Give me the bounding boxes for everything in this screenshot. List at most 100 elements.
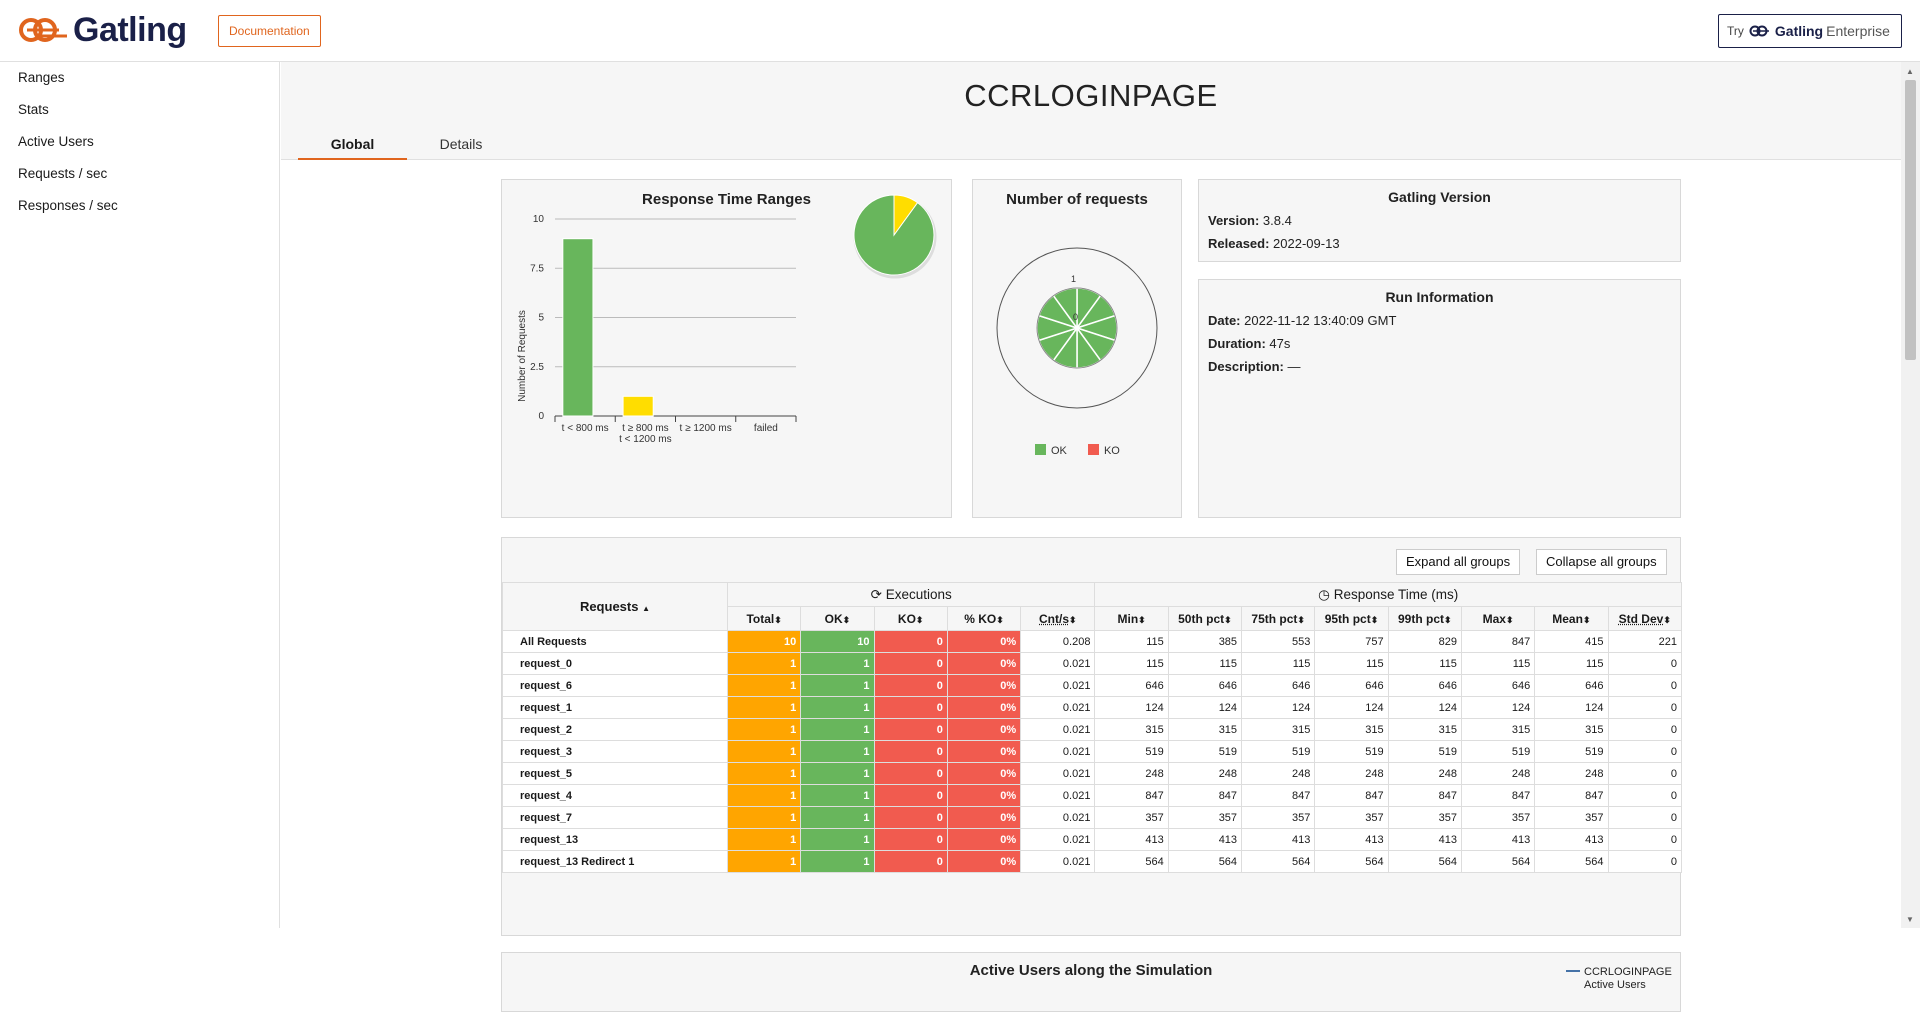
sidebar-item-requests-sec[interactable]: Requests / sec: [0, 158, 279, 190]
title-band: CCRLOGINPAGE Global Details: [281, 62, 1901, 160]
collapse-all-groups-button[interactable]: Collapse all groups: [1536, 549, 1667, 575]
cell-pct-ko: 0%: [946, 696, 1022, 719]
sort-asc-icon: ▲: [642, 604, 651, 613]
request-name-cell[interactable]: request_7: [502, 806, 728, 829]
sidebar-item-active-users[interactable]: Active Users: [0, 126, 279, 158]
cell-p50: 115: [1167, 652, 1243, 675]
cell-min: 564: [1094, 850, 1169, 873]
scroll-up-arrow-icon[interactable]: ▲: [1906, 67, 1914, 76]
sort-icon: ⬍: [774, 614, 782, 625]
col-header-std-dev[interactable]: Std Dev⬍: [1607, 606, 1683, 631]
col-header-label: Max: [1482, 611, 1506, 626]
scroll-down-arrow-icon[interactable]: ▼: [1906, 915, 1914, 924]
request-name-cell[interactable]: All Requests: [502, 630, 728, 653]
table-row[interactable]: request_2 1 1 0 0% 0.021 315 315 315 315 315 315 315…: [502, 718, 1683, 741]
request-name-cell[interactable]: request_2: [502, 718, 728, 741]
run-information-panel: Run Information Date: 2022-11-12 13:40:0…: [1198, 279, 1681, 518]
requests-chart: 1 0: [996, 247, 1158, 409]
table-row[interactable]: request_5 1 1 0 0% 0.021 248 248 248 248 248 248 248…: [502, 762, 1683, 785]
table-row[interactable]: request_7 1 1 0 0% 0.021 357 357 357 357 357 357 357…: [502, 806, 1683, 829]
main-content: CCRLOGINPAGE Global Details Response Tim…: [281, 62, 1901, 1012]
cell-p50: 124: [1167, 696, 1243, 719]
col-header-total[interactable]: Total⬍: [726, 606, 802, 631]
cell-total: 1: [726, 762, 802, 785]
sidebar-item-stats[interactable]: Stats: [0, 94, 279, 126]
top-header: Gatling Documentation Try Gatling Enterp…: [0, 0, 1920, 62]
documentation-button[interactable]: Documentation: [218, 15, 321, 47]
col-header-min[interactable]: Min⬍: [1094, 606, 1169, 631]
active-users-title: Active Users along the Simulation: [969, 962, 1213, 979]
col-header-p95[interactable]: 95th pct⬍: [1314, 606, 1389, 631]
response-time-ranges-panel: Response Time Ranges Number of Requests …: [501, 179, 952, 518]
range-bar[interactable]: [562, 238, 594, 417]
sort-icon: ⬍: [1370, 614, 1379, 625]
cell-std-dev: 221: [1607, 630, 1683, 653]
table-row[interactable]: request_13 Redirect 1 1 1 0 0% 0.021 564 564 564…: [502, 850, 1683, 873]
table-row[interactable]: request_1 1 1 0 0% 0.021 124 124 124 124 124 124 124…: [502, 696, 1683, 719]
col-header-ok[interactable]: OK⬍: [800, 606, 875, 631]
tab-details[interactable]: Details: [420, 136, 502, 160]
col-header-pct-ko[interactable]: % KO⬍: [946, 606, 1022, 631]
cell-pct-ko: 0%: [946, 828, 1022, 851]
sidebar-item-responses-sec[interactable]: Responses / sec: [0, 190, 279, 222]
x-category-label: t ≥ 1200 ms: [680, 423, 732, 434]
request-name-cell[interactable]: request_0: [502, 652, 728, 675]
cell-ok: 1: [800, 740, 875, 763]
x-category-label: t < 1200 ms: [619, 434, 672, 445]
col-header-max[interactable]: Max⬍: [1460, 606, 1536, 631]
cell-max: 847: [1460, 784, 1536, 807]
sidebar-item-ranges[interactable]: Ranges: [0, 62, 279, 94]
stats-table-panel: Expand all groups Collapse all groups Re…: [501, 537, 1683, 936]
executions-header-label: Executions: [885, 586, 952, 602]
cell-max: 847: [1460, 630, 1536, 653]
cell-pct-ko: 0%: [946, 718, 1022, 741]
gatling-logo[interactable]: Gatling: [17, 12, 187, 48]
table-row[interactable]: All Requests 10 10 0 0% 0.208 115 385 553 757 829 8…: [502, 630, 1683, 653]
cell-ko: 0: [873, 718, 948, 741]
legend-ok-swatch: [1035, 444, 1046, 455]
table-row[interactable]: request_3 1 1 0 0% 0.021 519 519 519 519 519 519 519…: [502, 740, 1683, 763]
cell-total: 10: [726, 630, 802, 653]
col-header-p50[interactable]: 50th pct⬍: [1167, 606, 1243, 631]
scrollbar-thumb[interactable]: [1905, 80, 1916, 360]
cell-max: 124: [1460, 696, 1536, 719]
cell-mean: 124: [1534, 696, 1609, 719]
table-row[interactable]: request_0 1 1 0 0% 0.021 115 115 115 115 115 115 115…: [502, 652, 1683, 675]
vertical-scrollbar[interactable]: ▲ ▼: [1901, 62, 1920, 928]
col-header-ko[interactable]: KO⬍: [873, 606, 948, 631]
request-name-cell[interactable]: request_5: [502, 762, 728, 785]
request-name-cell[interactable]: request_13: [502, 828, 728, 851]
requests-column-header[interactable]: Requests ▲: [502, 582, 728, 631]
col-header-p75[interactable]: 75th pct⬍: [1241, 606, 1316, 631]
executions-group-header: ⟳ Executions: [726, 582, 1096, 607]
col-header-p99[interactable]: 99th pct⬍: [1387, 606, 1462, 631]
cell-p75: 553: [1241, 630, 1316, 653]
col-header-cnt-s[interactable]: Cnt/s⬍: [1020, 606, 1096, 631]
cell-p75: 357: [1241, 806, 1316, 829]
col-header-mean[interactable]: Mean⬍: [1534, 606, 1609, 631]
request-name-cell[interactable]: request_4: [502, 784, 728, 807]
tab-global[interactable]: Global: [298, 136, 407, 160]
table-row[interactable]: request_4 1 1 0 0% 0.021 847 847 847 847 847 847 847…: [502, 784, 1683, 807]
expand-all-groups-button[interactable]: Expand all groups: [1396, 549, 1521, 575]
description-label: Description:: [1208, 359, 1284, 374]
table-row[interactable]: request_13 1 1 0 0% 0.021 413 413 413 413 413 413 41…: [502, 828, 1683, 851]
col-header-label: KO: [897, 611, 916, 626]
table-row[interactable]: request_6 1 1 0 0% 0.021 646 646 646 646 646 646 646…: [502, 674, 1683, 697]
request-name-cell[interactable]: request_6: [502, 674, 728, 697]
cell-p95: 564: [1314, 850, 1389, 873]
cell-ok: 1: [800, 806, 875, 829]
range-bar[interactable]: [622, 395, 654, 417]
request-name-cell[interactable]: request_1: [502, 696, 728, 719]
request-name-cell[interactable]: request_3: [502, 740, 728, 763]
try-enterprise-button[interactable]: Try Gatling Enterprise: [1718, 14, 1902, 48]
active-users-legend[interactable]: CCRLOGINPAGE Active Users: [1566, 966, 1672, 991]
cell-min: 124: [1094, 696, 1169, 719]
cell-cnt-s: 0.021: [1020, 850, 1096, 873]
cell-mean: 413: [1534, 828, 1609, 851]
date-row: Date: 2022-11-12 13:40:09 GMT: [1208, 313, 1396, 328]
request-name-cell[interactable]: request_13 Redirect 1: [502, 850, 728, 873]
cell-ok: 1: [800, 652, 875, 675]
sort-icon: ⬍: [1069, 614, 1077, 625]
cell-min: 115: [1094, 652, 1169, 675]
